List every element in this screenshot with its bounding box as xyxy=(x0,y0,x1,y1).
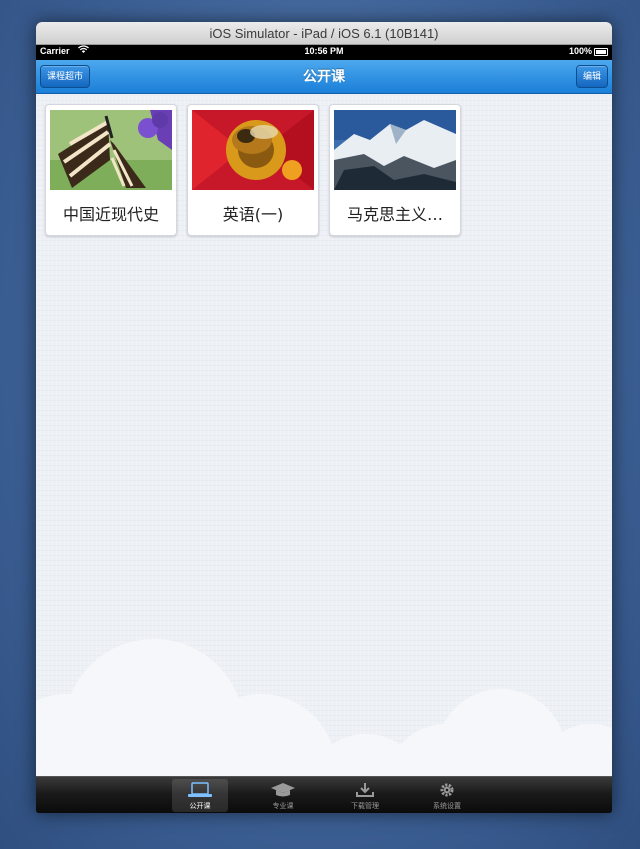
snowy-mountains-image xyxy=(334,110,456,190)
course-card[interactable]: 马克思主义… xyxy=(329,104,461,236)
course-card[interactable]: 英语(一) xyxy=(187,104,319,236)
battery-icon xyxy=(594,48,608,56)
course-title: 马克思主义… xyxy=(346,205,443,224)
page-title: 公开课 xyxy=(303,68,345,84)
tab-major-courses[interactable]: 专业课 xyxy=(255,779,311,812)
gear-icon xyxy=(419,782,475,798)
butterfly-image xyxy=(50,110,172,190)
graduation-cap-icon xyxy=(255,782,311,798)
tab-label: 系统设置 xyxy=(433,802,461,810)
bee-on-flower-image xyxy=(192,110,314,190)
tab-label: 专业课 xyxy=(272,802,294,810)
laptop-icon xyxy=(172,782,228,798)
battery-percentage: 100% xyxy=(568,46,592,56)
window-title: iOS Simulator - iPad / iOS 6.1 (10B141) xyxy=(36,22,612,45)
course-title: 中国近现代史 xyxy=(62,205,159,224)
tab-public-courses[interactable]: 公开课 xyxy=(172,779,228,812)
status-time: 10:56 PM xyxy=(304,46,344,56)
tab-settings[interactable]: 系统设置 xyxy=(419,779,475,812)
navigation-bar: 课程超市 公开课 编辑 xyxy=(36,60,612,94)
download-icon xyxy=(337,782,393,798)
tab-bar: 公开课 专业课 下载管理 系统设置 xyxy=(36,776,612,813)
course-grid: 中国近现代史 英语(一) 马克思主义… xyxy=(36,94,612,776)
course-card[interactable]: 中国近现代史 xyxy=(45,104,177,236)
course-title: 英语(一) xyxy=(222,205,284,224)
edit-button[interactable]: 编辑 xyxy=(575,65,608,88)
tab-label: 公开课 xyxy=(189,802,211,810)
tab-downloads[interactable]: 下载管理 xyxy=(337,779,393,812)
status-bar: Carrier 10:56 PM 100% xyxy=(36,45,612,60)
simulator-window: iOS Simulator - iPad / iOS 6.1 (10B141) … xyxy=(36,22,612,813)
tab-label: 下载管理 xyxy=(351,802,379,810)
